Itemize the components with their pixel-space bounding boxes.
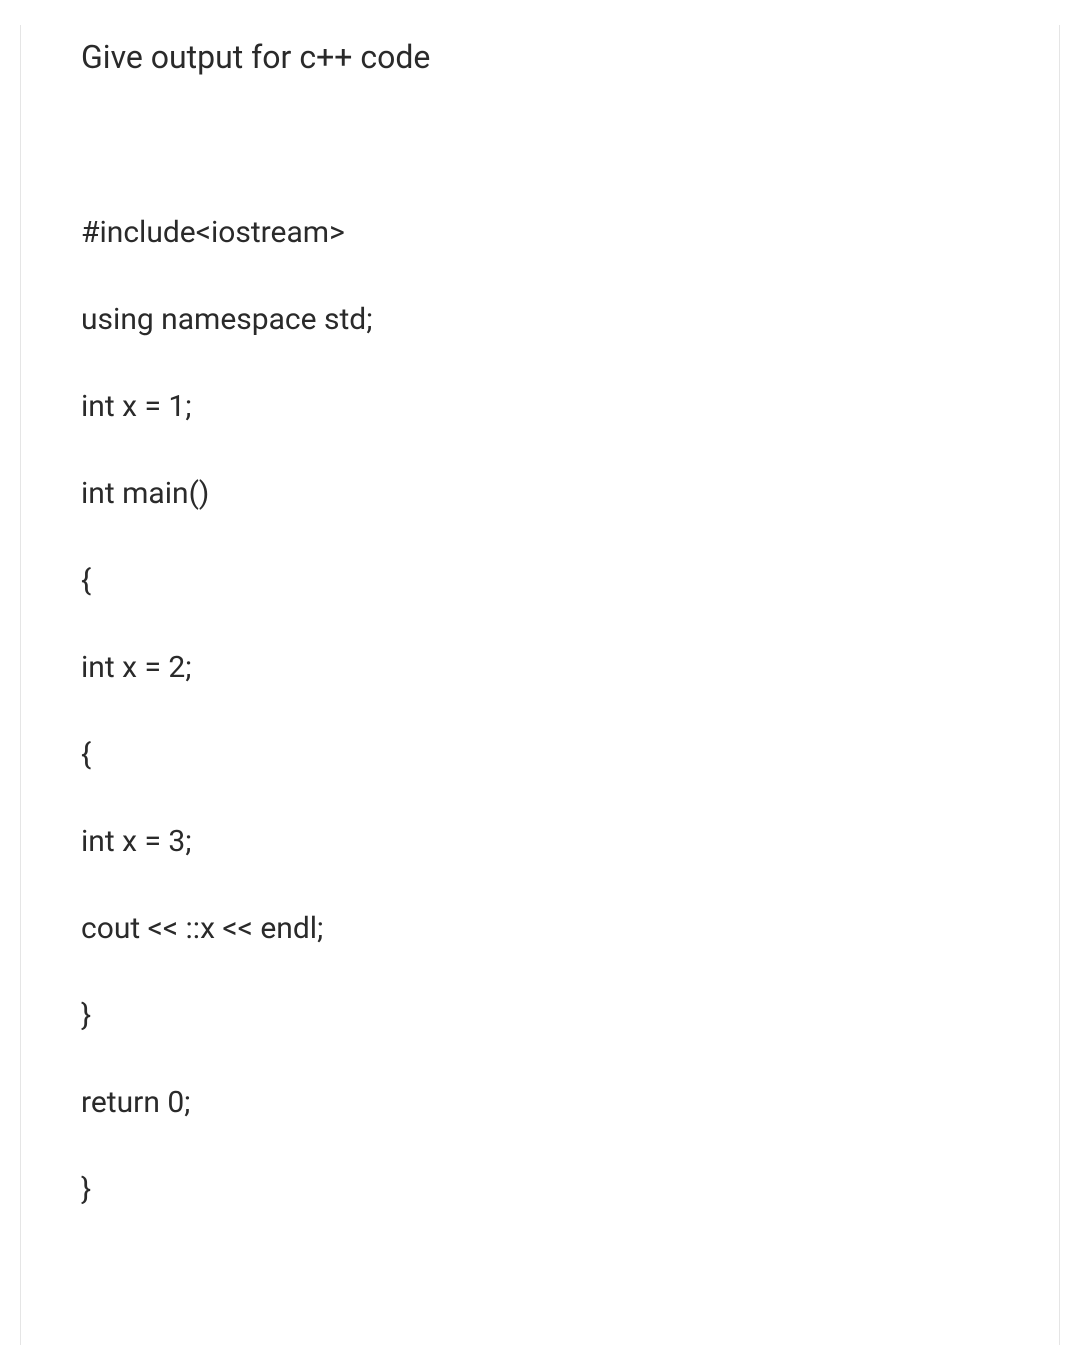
code-line: { [81,732,999,777]
code-line: return 0; [81,1080,999,1125]
code-line: #include<iostream> [81,210,999,255]
code-line: cout << ::x << endl; [81,906,999,951]
code-line: } [81,1167,999,1212]
code-line: int x = 1; [81,384,999,429]
code-line: int x = 2; [81,645,999,690]
code-line: int x = 3; [81,819,999,864]
code-line: int main() [81,471,999,516]
code-line: } [81,993,999,1038]
document-container: Give output for c++ code #include<iostre… [20,25,1060,1345]
code-line: { [81,558,999,603]
question-heading: Give output for c++ code [81,35,999,80]
code-line: using namespace std; [81,297,999,342]
